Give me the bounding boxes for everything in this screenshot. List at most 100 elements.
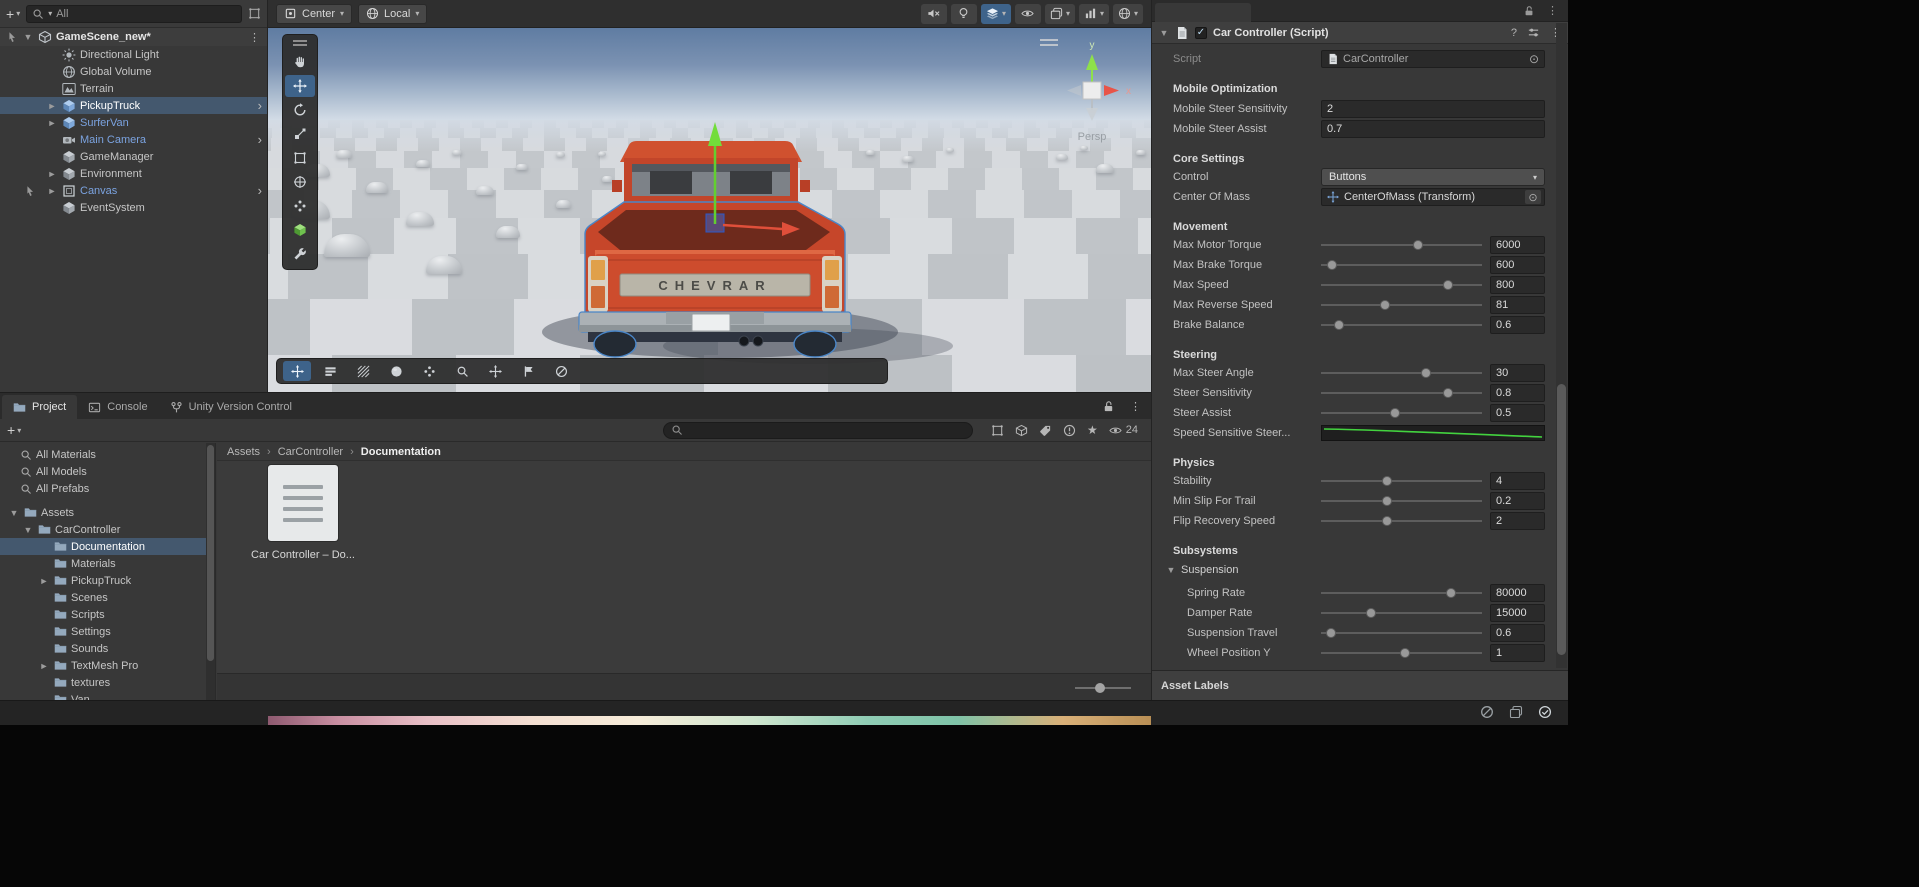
flag-tool-button[interactable] <box>514 361 542 381</box>
expander-icon[interactable]: ► <box>38 576 50 586</box>
slider-track[interactable] <box>1321 259 1482 271</box>
slider-handle[interactable] <box>1390 408 1401 418</box>
tree-item-settings[interactable]: Settings <box>0 623 215 640</box>
slider-handle[interactable] <box>1382 496 1392 506</box>
hierarchy-item-global-volume[interactable]: Global Volume <box>0 63 267 80</box>
overlay-menu-icon[interactable] <box>1040 39 1058 46</box>
hierarchy-item-main-camera[interactable]: Main Camera › <box>0 131 267 148</box>
curve-field[interactable] <box>1321 425 1545 441</box>
lighting-toggle-button[interactable] <box>950 3 977 24</box>
slider-handle[interactable] <box>1382 516 1392 526</box>
pan-button[interactable] <box>481 361 509 381</box>
tree-scrollbar[interactable] <box>206 443 215 700</box>
hierarchy-item-directional-light[interactable]: Directional Light <box>0 46 267 63</box>
slider-track[interactable] <box>1321 495 1482 507</box>
slider-handle[interactable] <box>1446 588 1457 598</box>
slider-track[interactable] <box>1321 239 1482 251</box>
slider-track[interactable] <box>1321 407 1482 419</box>
number-field[interactable]: 800 <box>1490 276 1545 294</box>
available-custom-tool-button[interactable] <box>285 195 315 217</box>
slider-track[interactable] <box>1321 515 1482 527</box>
tab-unity-version-control[interactable]: Unity Version Control <box>159 395 303 419</box>
object-picker-icon[interactable]: ⊙ <box>1525 190 1541 204</box>
expander-icon[interactable]: ► <box>46 169 58 179</box>
log-icon[interactable] <box>1063 424 1076 437</box>
status-check-icon[interactable] <box>1538 705 1552 719</box>
search-window-icon[interactable] <box>991 424 1004 437</box>
foldout-icon[interactable]: ▼ <box>8 508 20 518</box>
favorite-all-prefabs[interactable]: All Prefabs <box>0 480 215 497</box>
paint-texture-button[interactable] <box>349 361 377 381</box>
expander-icon[interactable]: ► <box>46 101 58 111</box>
component-enabled-checkbox[interactable]: ✓ <box>1195 26 1207 39</box>
lock-icon[interactable] <box>1523 5 1535 17</box>
tree-item-documentation[interactable]: Documentation <box>0 538 215 555</box>
slider-handle[interactable] <box>1443 280 1454 290</box>
number-field[interactable]: 0.8 <box>1490 384 1545 402</box>
help-icon[interactable]: ? <box>1511 27 1517 39</box>
hierarchy-item-eventsystem[interactable]: EventSystem <box>0 199 267 216</box>
lock-icon[interactable] <box>1102 400 1115 413</box>
number-field[interactable]: 2 <box>1490 512 1545 530</box>
favorite-all-materials[interactable]: All Materials <box>0 446 215 463</box>
control-dropdown[interactable]: Buttons ▾ <box>1321 168 1545 186</box>
project-search-input[interactable] <box>662 421 973 439</box>
scene-viewport[interactable]: CHEVRAR y x Persp <box>268 28 1151 392</box>
asset-labels-bar[interactable]: Asset Labels <box>1152 670 1568 700</box>
favorite-all-models[interactable]: All Models <box>0 463 215 480</box>
breadcrumb-carcontroller[interactable]: CarController <box>260 446 343 458</box>
slider-track[interactable] <box>1321 607 1482 619</box>
number-field[interactable]: 1 <box>1490 644 1545 662</box>
slider-track[interactable] <box>1321 627 1482 639</box>
overlay-drag-handle[interactable] <box>293 40 307 46</box>
tree-item-carcontroller[interactable]: ▼ CarController <box>0 521 215 538</box>
text-field[interactable]: 0.7 <box>1321 120 1545 138</box>
asset-item-car-controller-doc[interactable]: Car Controller – Do... <box>239 465 367 561</box>
tree-item-van[interactable]: Van <box>0 691 215 700</box>
slider-handle[interactable] <box>1382 476 1392 486</box>
slider-handle[interactable] <box>1412 240 1423 250</box>
scene-orientation-gizmo[interactable]: y x Persp <box>1067 40 1131 143</box>
scene-visibility-button[interactable] <box>1014 3 1041 24</box>
view-tool-button[interactable] <box>285 51 315 73</box>
hierarchy-scene-row[interactable]: ▼ GameScene_new* ⋮ <box>0 28 267 46</box>
slider-handle[interactable] <box>1399 648 1410 658</box>
hierarchy-item-terrain[interactable]: Terrain <box>0 80 267 97</box>
gizmos-dropdown[interactable]: ▾ <box>1112 3 1143 24</box>
notifications-muted-icon[interactable] <box>1480 705 1494 719</box>
detail-paint-button[interactable] <box>415 361 443 381</box>
number-field[interactable]: 6000 <box>1490 236 1545 254</box>
audio-toggle-button[interactable] <box>920 3 947 24</box>
number-field[interactable]: 30 <box>1490 364 1545 382</box>
expander-icon[interactable]: ► <box>46 186 58 196</box>
object-picker-icon[interactable]: ⊙ <box>1529 53 1539 65</box>
scale-tool-button[interactable] <box>285 123 315 145</box>
orientation-button[interactable]: Local ▾ <box>358 3 428 24</box>
custom-tool-button[interactable] <box>285 243 315 265</box>
projection-label[interactable]: Persp <box>1078 131 1107 143</box>
add-asset-button[interactable]: + ▾ <box>7 422 21 438</box>
prefab-open-arrow[interactable]: › <box>258 133 262 146</box>
expander-icon[interactable]: ► <box>38 661 50 671</box>
breadcrumb-documentation[interactable]: Documentation <box>343 446 441 458</box>
panel-menu-icon[interactable]: ⋮ <box>1547 4 1558 17</box>
terrain-layers-button[interactable] <box>316 361 344 381</box>
script-object-field[interactable]: CarController ⊙ <box>1321 50 1545 68</box>
slider-handle[interactable] <box>1333 320 1344 330</box>
breadcrumb-assets[interactable]: Assets <box>227 446 260 458</box>
slider-handle[interactable] <box>1420 368 1431 378</box>
slider-track[interactable] <box>1321 299 1482 311</box>
transform-tool-button[interactable] <box>285 171 315 193</box>
center-of-mass-object-field[interactable]: CenterOfMass (Transform) ⊙ <box>1321 188 1545 206</box>
prefab-open-arrow[interactable]: › <box>258 99 262 112</box>
number-field[interactable]: 4 <box>1490 472 1545 490</box>
slider-track[interactable] <box>1321 367 1482 379</box>
layers-stack-icon[interactable] <box>1509 705 1523 719</box>
panel-menu-icon[interactable]: ⋮ <box>1130 400 1141 413</box>
hierarchy-search-input[interactable]: ▾ All <box>26 4 242 23</box>
tree-item-assets[interactable]: ▼ Assets <box>0 504 215 521</box>
slider-handle[interactable] <box>1380 300 1391 310</box>
number-field[interactable]: 600 <box>1490 256 1545 274</box>
number-field[interactable]: 0.6 <box>1490 624 1545 642</box>
slider-handle[interactable] <box>1443 388 1454 398</box>
